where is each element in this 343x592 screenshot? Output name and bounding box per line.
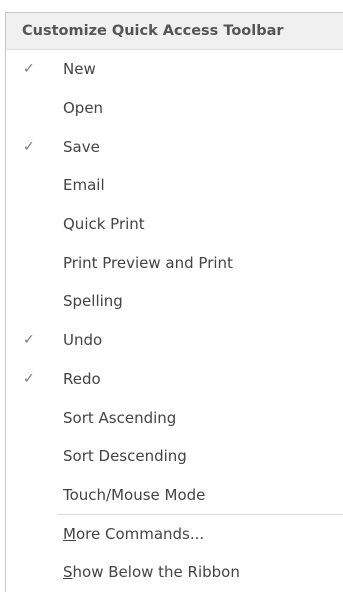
menu-item-label: Open bbox=[63, 99, 104, 118]
menu-item-label: Undo bbox=[63, 331, 103, 350]
menu-item-redo[interactable]: ✓ Redo bbox=[6, 360, 343, 399]
menu-item-sort-descending[interactable]: Sort Descending bbox=[6, 437, 343, 476]
checkmark-icon: ✓ bbox=[23, 138, 35, 155]
menu-item-label: ore Commands... bbox=[75, 525, 205, 544]
menu-item-label: New bbox=[63, 60, 96, 79]
menu-item-label: Sort Ascending bbox=[63, 408, 177, 427]
checkmark-icon: ✓ bbox=[23, 370, 35, 387]
accelerator-key: S bbox=[63, 563, 73, 582]
menu-item-new[interactable]: ✓ New bbox=[6, 50, 343, 89]
menu-item-touch-mouse-mode[interactable]: Touch/Mouse Mode bbox=[6, 476, 343, 515]
menu-item-label: Quick Print bbox=[63, 215, 145, 234]
menu-item-label: Email bbox=[63, 176, 105, 195]
menu-item-print-preview[interactable]: Print Preview and Print bbox=[6, 243, 343, 282]
menu-item-label: Sort Descending bbox=[63, 447, 187, 466]
menu-item-label: Redo bbox=[63, 369, 101, 388]
menu-item-sort-ascending[interactable]: Sort Ascending bbox=[6, 398, 343, 437]
menu-item-label: Touch/Mouse Mode bbox=[63, 485, 206, 504]
checkmark-icon: ✓ bbox=[23, 61, 35, 78]
show-below-ribbon-item[interactable]: Show Below the Ribbon bbox=[6, 553, 343, 591]
menu-item-label: Save bbox=[63, 137, 100, 156]
menu-item-label: Spelling bbox=[63, 292, 123, 311]
checkmark-icon: ✓ bbox=[23, 332, 35, 349]
menu-item-email[interactable]: Email bbox=[6, 166, 343, 205]
menu-item-quick-print[interactable]: Quick Print bbox=[6, 205, 343, 244]
menu-item-undo[interactable]: ✓ Undo bbox=[6, 321, 343, 360]
customize-qat-menu: Customize Quick Access Toolbar ✓ New Ope… bbox=[5, 12, 343, 592]
menu-item-save[interactable]: ✓ Save bbox=[6, 127, 343, 166]
menu-item-label: how Below the Ribbon bbox=[72, 563, 240, 582]
accelerator-key: M bbox=[63, 525, 76, 544]
more-commands-item[interactable]: More Commands... bbox=[6, 515, 343, 553]
menu-item-label: Print Preview and Print bbox=[63, 253, 233, 272]
menu-item-spelling[interactable]: Spelling bbox=[6, 282, 343, 321]
menu-item-open[interactable]: Open bbox=[6, 89, 343, 128]
menu-title: Customize Quick Access Toolbar bbox=[6, 13, 343, 50]
